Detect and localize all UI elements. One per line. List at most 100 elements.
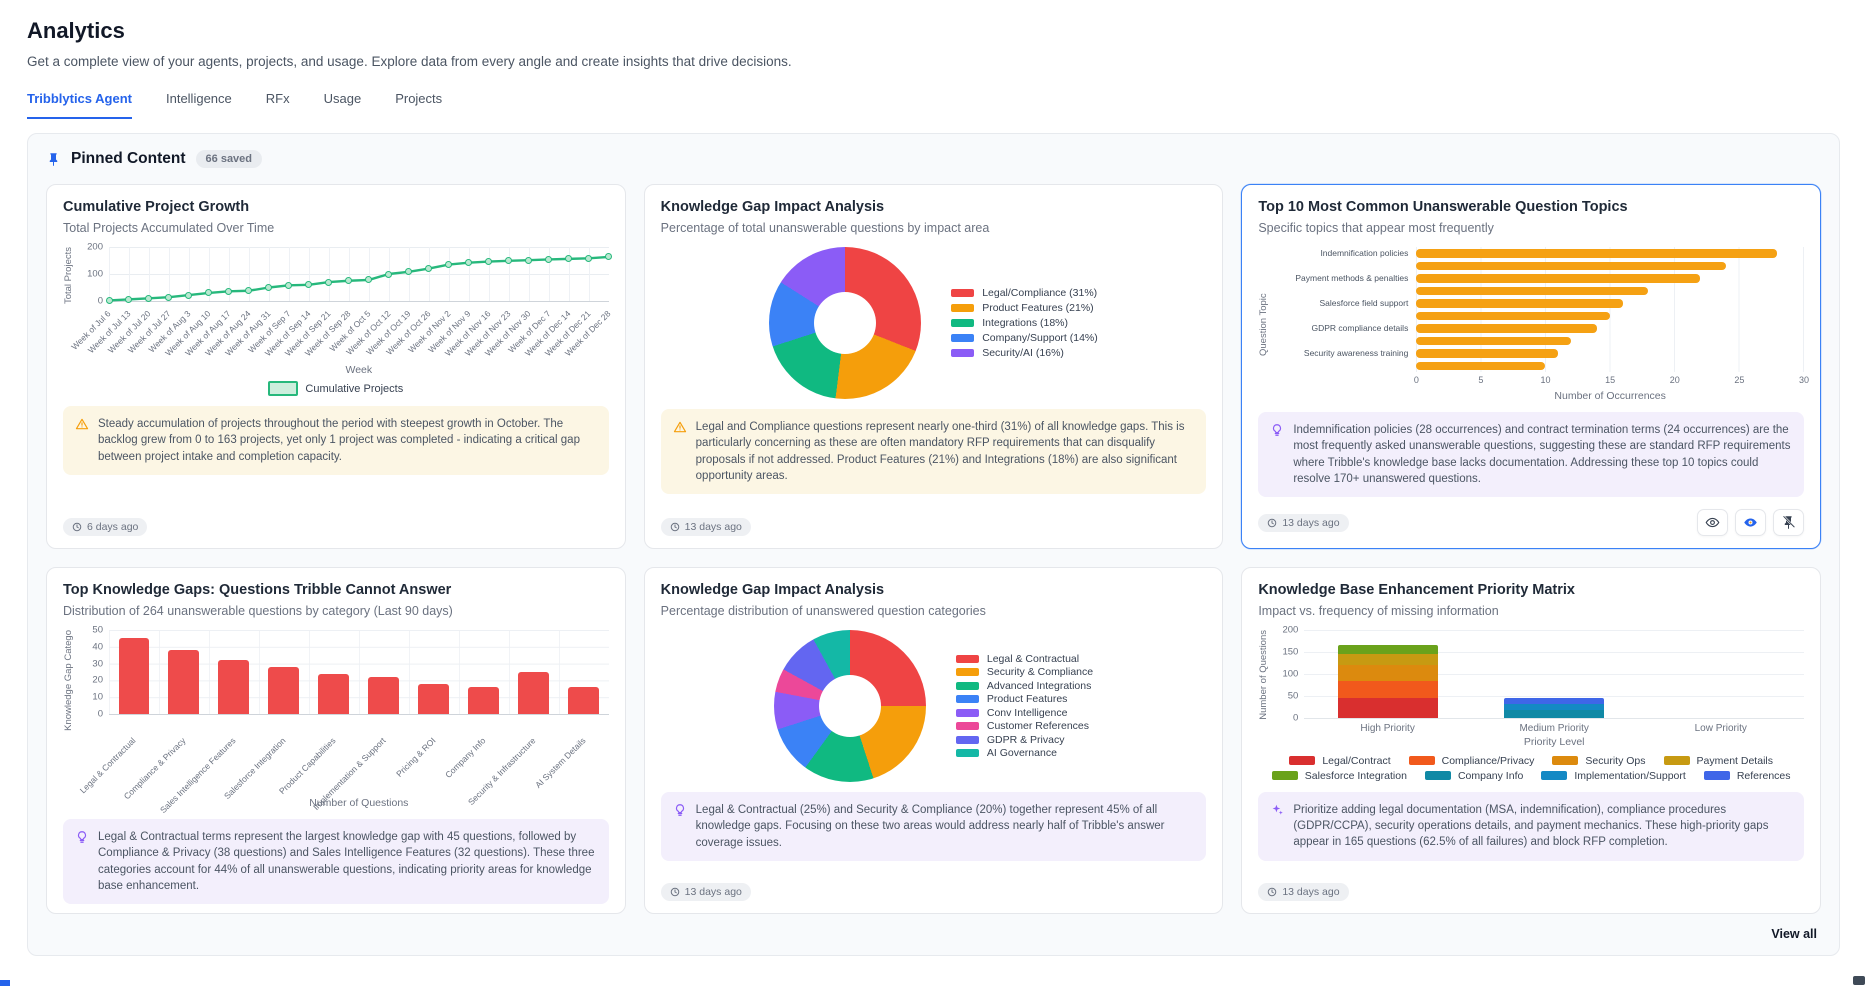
x-axis-label: Priority Level xyxy=(1304,736,1804,748)
card-knowledge-gap-impact-analysis[interactable]: Knowledge Gap Impact AnalysisPercentage … xyxy=(644,184,1224,549)
chart-pie: Legal & ContractualSecurity & Compliance… xyxy=(661,630,1207,782)
bar xyxy=(368,677,399,714)
page-subtitle: Get a complete view of your agents, proj… xyxy=(27,54,1840,69)
category-label: Medium Priority xyxy=(1471,723,1638,734)
bar-segment xyxy=(1338,665,1438,680)
data-point xyxy=(585,255,592,262)
legend-swatch xyxy=(956,682,979,690)
x-axis-ticks: 051015202530 xyxy=(1416,375,1804,388)
legend-label: Security/AI (16%) xyxy=(982,347,1064,359)
legend-swatch xyxy=(951,334,974,342)
clock-icon xyxy=(1267,518,1277,528)
clock-icon xyxy=(72,522,82,532)
y-axis-label: Number of Questions xyxy=(1258,630,1272,720)
chart-stacked-bar: Number of Questions050100150200High Prio… xyxy=(1258,630,1804,782)
card-knowledge-gap-impact-analysis[interactable]: Knowledge Gap Impact AnalysisPercentage … xyxy=(644,567,1224,914)
y-axis-label: Question Topic xyxy=(1258,247,1272,402)
legend-label: Company Info xyxy=(1458,770,1523,782)
legend-swatch xyxy=(1289,756,1315,765)
legend-item: Customer References xyxy=(956,720,1093,732)
bar xyxy=(119,638,150,714)
legend-label: Payment Details xyxy=(1697,755,1773,767)
bar-row xyxy=(1272,335,1804,348)
lightbulb-icon xyxy=(75,830,89,894)
card-cumulative-project-growth[interactable]: Cumulative Project GrowthTotal Projects … xyxy=(46,184,626,549)
legend-item: Security Ops xyxy=(1552,755,1645,767)
bar-plot xyxy=(109,630,609,715)
legend-swatch xyxy=(1552,756,1578,765)
bar xyxy=(1416,312,1609,321)
card-subtitle: Impact vs. frequency of missing informat… xyxy=(1258,604,1804,618)
tab-usage[interactable]: Usage xyxy=(324,91,362,119)
timestamp-text: 13 days ago xyxy=(685,521,742,533)
legend-label: Product Features xyxy=(987,693,1068,705)
bar-segment xyxy=(1504,704,1604,711)
insight-text: Legal & Contractual terms represent the … xyxy=(98,829,597,894)
insight-text: Legal & Contractual (25%) and Security &… xyxy=(696,802,1195,851)
horizontal-scrollbar-thumb[interactable] xyxy=(1853,976,1865,985)
legend-item: Implementation/Support xyxy=(1541,770,1685,782)
y-tick: 50 xyxy=(92,625,103,636)
y-axis-label: Knowledge Gap Catego xyxy=(63,630,77,731)
stacked-bar-plot xyxy=(1304,630,1804,719)
shared-eye-button[interactable] xyxy=(1735,509,1766,536)
bar-segment xyxy=(1338,681,1438,699)
bar-label: Payment methods & penalties xyxy=(1272,273,1416,283)
bar-label: Security awareness training xyxy=(1272,348,1416,358)
pinned-content-panel: Pinned Content 66 saved Cumulative Proje… xyxy=(27,133,1840,956)
timestamp-text: 13 days ago xyxy=(1282,886,1339,898)
x-tick: 10 xyxy=(1541,375,1551,385)
legend-label: Legal & Contractual xyxy=(987,653,1079,665)
card-title: Top Knowledge Gaps: Questions Tribble Ca… xyxy=(63,582,609,598)
legend-swatch xyxy=(951,349,974,357)
tab-projects[interactable]: Projects xyxy=(395,91,442,119)
bar xyxy=(318,674,349,714)
card-top-10-most-common-unanswerable-question-topics[interactable]: Top 10 Most Common Unanswerable Question… xyxy=(1241,184,1821,549)
y-axis-ticks: 01020304050 xyxy=(77,630,109,714)
card-top-knowledge-gaps-questions-tribble-cannot-answer[interactable]: Top Knowledge Gaps: Questions Tribble Ca… xyxy=(46,567,626,914)
view-all-link[interactable]: View all xyxy=(46,927,1821,941)
y-tick: 200 xyxy=(1282,625,1298,636)
legend-item: Company Info xyxy=(1425,770,1523,782)
y-tick: 100 xyxy=(87,269,103,280)
legend-item: References xyxy=(1704,770,1791,782)
tab-intelligence[interactable]: Intelligence xyxy=(166,91,232,119)
card-subtitle: Percentage of total unanswerable questio… xyxy=(661,221,1207,235)
card-footer: 13 days ago xyxy=(63,904,609,914)
bar xyxy=(1416,274,1700,283)
line-plot xyxy=(109,247,609,302)
bar-row xyxy=(1272,285,1804,298)
bar xyxy=(1416,337,1571,346)
horizontal-scrollbar-left[interactable] xyxy=(0,980,10,986)
data-point xyxy=(385,271,392,278)
donut-chart xyxy=(774,630,926,782)
tab-tribblytics-agent[interactable]: Tribblytics Agent xyxy=(27,91,132,119)
card-knowledge-base-enhancement-priority-matrix[interactable]: Knowledge Base Enhancement Priority Matr… xyxy=(1241,567,1821,914)
bar xyxy=(1416,249,1777,258)
tab-rfx[interactable]: RFx xyxy=(266,91,290,119)
clock-icon xyxy=(670,887,680,897)
legend-item: Compliance/Privacy xyxy=(1409,755,1535,767)
pin-icon xyxy=(46,152,61,167)
card-title: Knowledge Gap Impact Analysis xyxy=(661,582,1207,598)
card-subtitle: Distribution of 264 unanswerable questio… xyxy=(63,604,609,618)
bar xyxy=(1416,262,1725,271)
y-tick: 0 xyxy=(98,709,103,720)
x-tick: 25 xyxy=(1734,375,1744,385)
bar xyxy=(218,660,249,714)
timestamp-badge: 13 days ago xyxy=(661,883,751,901)
legend-item: Payment Details xyxy=(1664,755,1773,767)
card-footer: 13 days ago xyxy=(661,508,1207,536)
pinned-header: Pinned Content 66 saved xyxy=(46,150,1821,168)
eye-button[interactable] xyxy=(1697,509,1728,536)
x-tick: 30 xyxy=(1799,375,1809,385)
data-point xyxy=(325,279,332,286)
legend-item: Salesforce Integration xyxy=(1272,770,1407,782)
legend-item: Security & Compliance xyxy=(956,666,1093,678)
unpin-button[interactable] xyxy=(1773,509,1804,536)
card-actions xyxy=(1697,509,1804,536)
insight-box: Legal and Compliance questions represent… xyxy=(661,409,1207,494)
donut-hole xyxy=(819,675,881,737)
y-tick: 20 xyxy=(92,675,103,686)
legend-swatch xyxy=(956,722,979,730)
